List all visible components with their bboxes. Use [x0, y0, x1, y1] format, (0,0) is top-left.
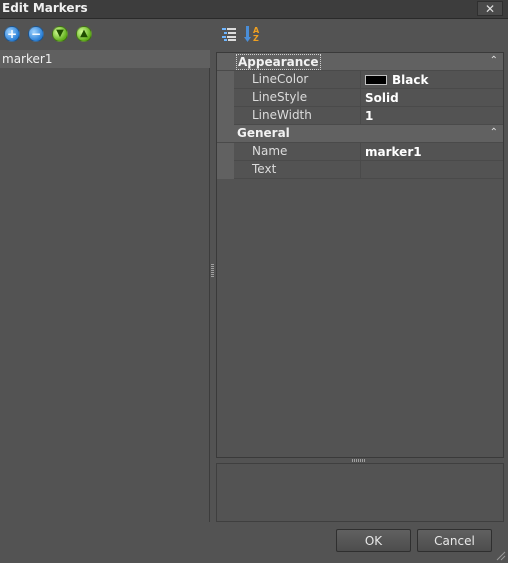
ok-button[interactable]: OK	[336, 529, 411, 552]
alphabetical-sort-icon: A Z	[244, 26, 260, 43]
property-name: LineColor	[235, 71, 361, 89]
category-label: Appearance	[236, 54, 321, 70]
collapse-chevron-icon[interactable]: ⌃	[490, 55, 498, 66]
close-button[interactable]: ✕	[477, 1, 503, 16]
resize-grip-icon[interactable]	[495, 550, 506, 561]
property-row[interactable]: Text	[217, 161, 503, 179]
color-swatch	[365, 75, 387, 85]
marker-list[interactable]: marker1	[0, 50, 210, 522]
color-value: Black	[392, 72, 429, 87]
remove-marker-button[interactable]: −	[28, 26, 44, 42]
property-value[interactable]	[362, 161, 503, 179]
category-appearance[interactable]: Appearance ⌃	[217, 53, 503, 71]
property-value[interactable]: Black	[362, 71, 503, 89]
title-bar: Edit Markers ✕	[0, 0, 508, 19]
categorized-view-button[interactable]	[220, 25, 238, 43]
category-general[interactable]: General ⌃	[217, 125, 503, 143]
property-value[interactable]: Solid	[362, 89, 503, 107]
property-value[interactable]: marker1	[362, 143, 503, 161]
add-marker-button[interactable]: +	[4, 26, 20, 42]
property-toolbar: A Z	[220, 25, 262, 45]
move-down-icon: ▼	[56, 28, 64, 39]
move-up-button[interactable]: ▲	[76, 26, 92, 42]
collapse-chevron-icon[interactable]: ⌃	[490, 127, 498, 138]
marker-label: marker1	[2, 52, 53, 66]
remove-circle-icon: −	[30, 27, 42, 41]
add-circle-icon: +	[6, 27, 18, 41]
property-name: LineWidth	[235, 107, 361, 125]
property-row[interactable]: LineWidth 1	[217, 107, 503, 125]
alphabetical-sort-button[interactable]: A Z	[244, 25, 262, 43]
property-name: Name	[235, 143, 361, 161]
svg-text:Z: Z	[253, 34, 259, 43]
categorized-view-icon	[222, 28, 236, 41]
property-row[interactable]: Name marker1	[217, 143, 503, 161]
close-icon: ✕	[484, 1, 496, 16]
vertical-splitter[interactable]	[211, 264, 214, 278]
horizontal-splitter[interactable]	[352, 459, 366, 462]
property-name: LineStyle	[235, 89, 361, 107]
property-value[interactable]: 1	[362, 107, 503, 125]
property-row[interactable]: LineStyle Solid	[217, 89, 503, 107]
marker-toolbar: + − ▼ ▲	[4, 26, 92, 44]
list-item[interactable]: marker1	[0, 50, 210, 68]
window-title: Edit Markers	[2, 1, 88, 15]
move-up-icon: ▲	[80, 28, 88, 39]
description-panel	[216, 463, 504, 522]
category-label: General	[237, 126, 290, 140]
property-grid[interactable]: Appearance ⌃ LineColor Black LineStyle S…	[216, 52, 504, 458]
property-name: Text	[235, 161, 361, 179]
move-down-button[interactable]: ▼	[52, 26, 68, 42]
cancel-button[interactable]: Cancel	[417, 529, 492, 552]
property-row[interactable]: LineColor Black	[217, 71, 503, 89]
